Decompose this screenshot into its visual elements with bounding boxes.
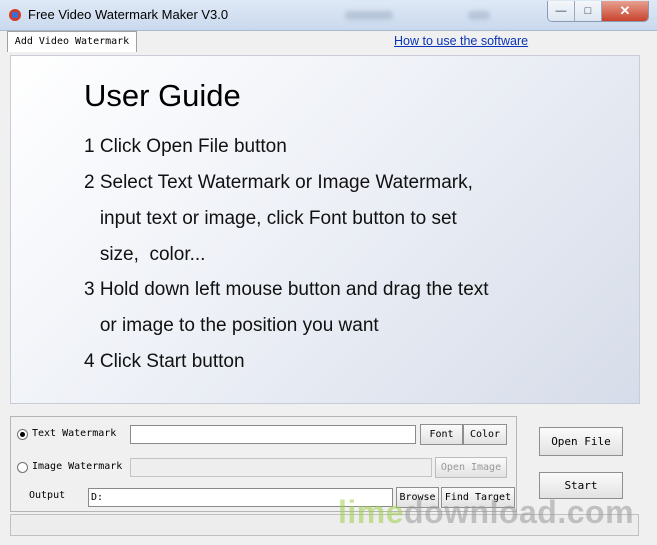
guide-line: input text or image, click Font button t… <box>84 208 457 229</box>
watermark-text-lime: lime <box>338 494 405 530</box>
text-watermark-radio[interactable] <box>17 429 28 440</box>
open-image-button[interactable]: Open Image <box>435 457 507 478</box>
guide-line: size, color... <box>84 244 206 265</box>
text-watermark-label[interactable]: Text Watermark <box>32 428 116 439</box>
close-icon: ✕ <box>619 3 631 18</box>
app-icon <box>9 9 21 21</box>
blurred-title-region <box>468 11 490 20</box>
guide-line: 1 Click Open File button <box>84 136 287 157</box>
watermark-logo: limedownload.com <box>338 494 634 531</box>
color-button[interactable]: Color <box>463 424 507 445</box>
app-window: Free Video Watermark Maker V3.0 — □ ✕ Ad… <box>0 0 657 545</box>
minimize-button[interactable]: — <box>548 1 575 21</box>
maximize-button[interactable]: □ <box>575 1 602 21</box>
guide-line: 3 Hold down left mouse button and drag t… <box>84 279 489 300</box>
title-bar[interactable]: Free Video Watermark Maker V3.0 — □ ✕ <box>0 0 657 31</box>
guide-title: User Guide <box>84 78 241 113</box>
guide-line: 2 Select Text Watermark or Image Waterma… <box>84 172 473 193</box>
watermark-text-download: download.com <box>404 494 635 530</box>
close-button[interactable]: ✕ <box>602 1 648 21</box>
text-watermark-input[interactable] <box>130 425 416 444</box>
font-button[interactable]: Font <box>420 424 463 445</box>
open-file-button[interactable]: Open File <box>539 427 623 456</box>
blurred-title-region <box>345 11 393 20</box>
image-watermark-radio[interactable] <box>17 462 28 473</box>
maximize-icon: □ <box>584 5 592 17</box>
user-guide-panel[interactable]: User Guide 1 Click Open File button 2 Se… <box>10 55 640 404</box>
image-watermark-input[interactable] <box>130 458 432 477</box>
tab-add-video-watermark[interactable]: Add Video Watermark <box>7 31 137 52</box>
output-label: Output <box>29 490 66 501</box>
window-title: Free Video Watermark Maker V3.0 <box>28 7 229 22</box>
minimize-icon: — <box>555 5 567 17</box>
help-link[interactable]: How to use the software <box>394 34 528 48</box>
window-controls: — □ ✕ <box>547 1 649 22</box>
image-watermark-label[interactable]: Image Watermark <box>32 461 122 472</box>
guide-line: 4 Click Start button <box>84 351 245 372</box>
guide-line: or image to the position you want <box>84 315 379 336</box>
